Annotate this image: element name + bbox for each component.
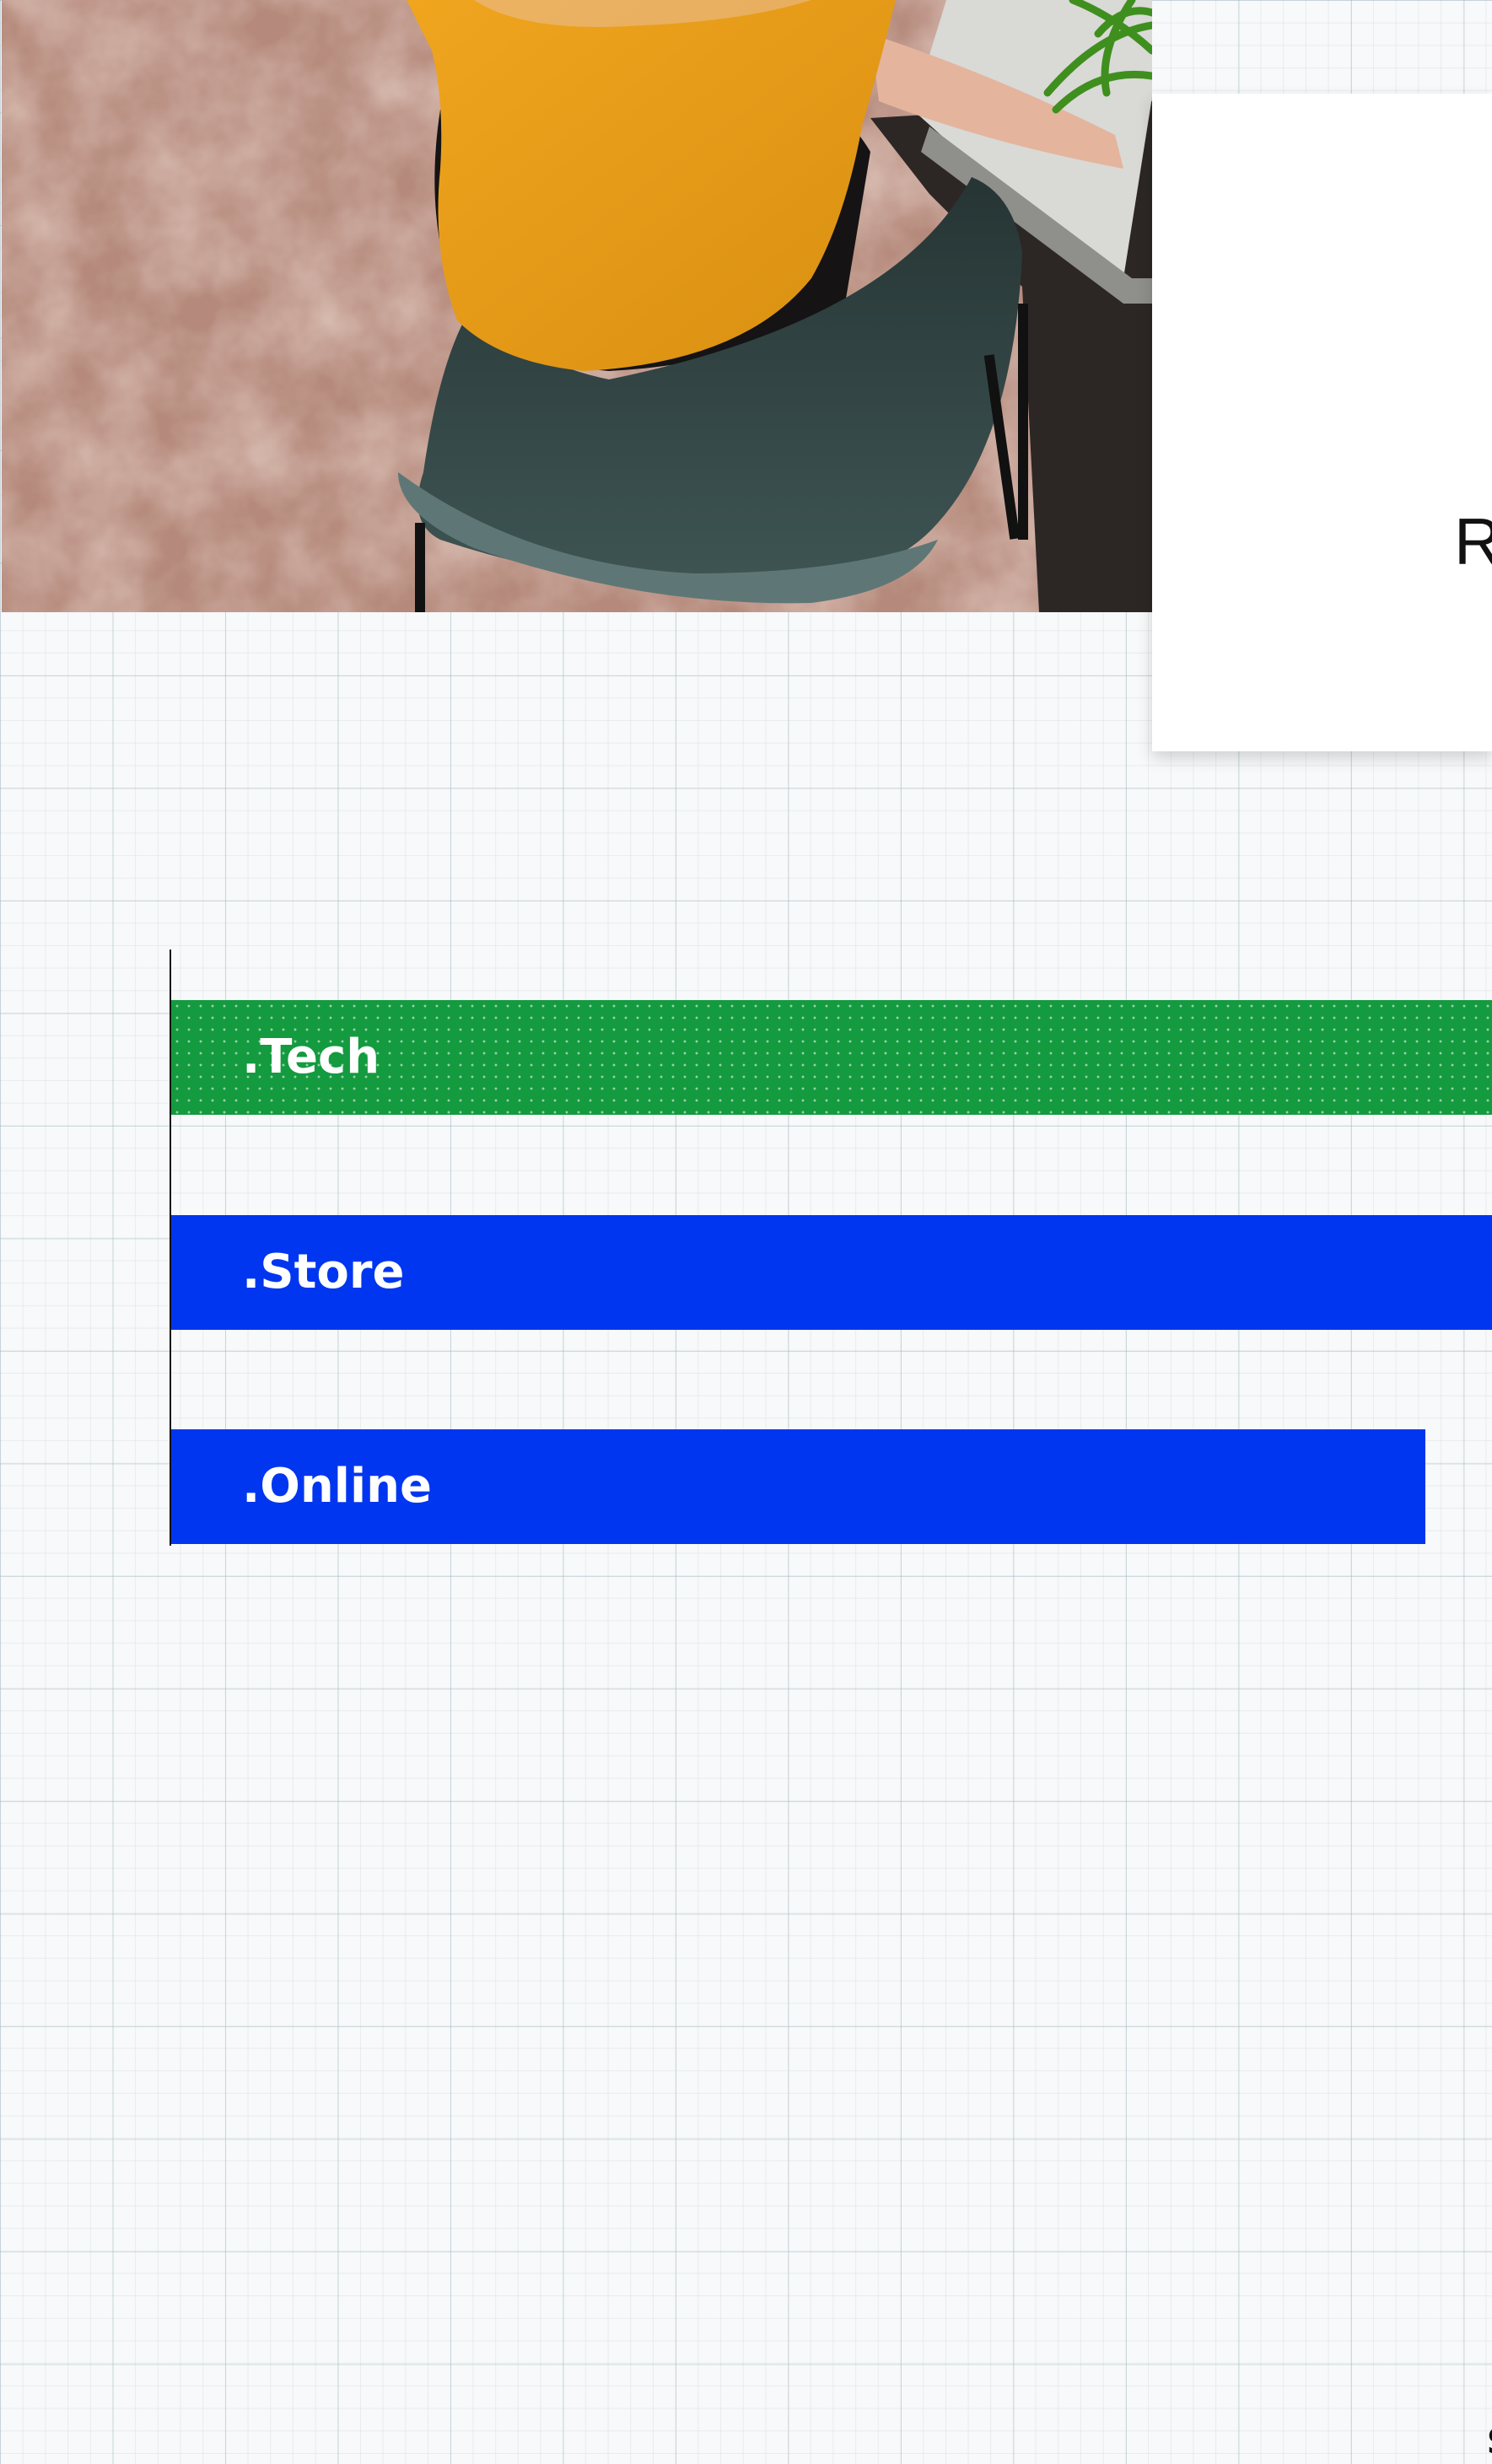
- domain-bar-chart: .Tech .Store .Online $: [0, 950, 1492, 2461]
- hero-photo: [2, 0, 1152, 612]
- bar-label: .Online: [242, 1459, 432, 1514]
- bar-tech: .Tech: [171, 1000, 1492, 1115]
- bar-label: .Store: [242, 1245, 405, 1299]
- info-card: R: [1152, 94, 1492, 751]
- bar-online: .Online: [171, 1429, 1425, 1544]
- bar-store: .Store: [171, 1215, 1492, 1330]
- bar-label: .Tech: [242, 1030, 380, 1084]
- info-card-text: R: [1454, 504, 1492, 578]
- bar-value-label: $: [1486, 2420, 1492, 2461]
- person-at-desk-image: [2, 0, 1152, 612]
